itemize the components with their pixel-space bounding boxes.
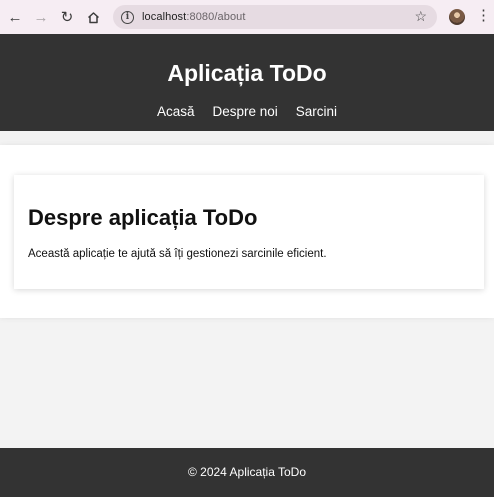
footer-text: © 2024 Aplicația ToDo xyxy=(187,465,307,479)
bookmark-star-icon[interactable]: ☆ xyxy=(414,8,427,25)
main-content: Despre aplicația ToDo Această aplicație … xyxy=(0,145,494,318)
forward-icon[interactable]: → xyxy=(28,4,54,30)
menu-kebab-icon[interactable]: ⋮ xyxy=(476,7,491,25)
address-bar[interactable]: i localhost:8080/about ☆ xyxy=(113,5,437,29)
site-footer: © 2024 Aplicația ToDo xyxy=(0,448,494,497)
address-url[interactable]: localhost:8080/about xyxy=(142,11,246,23)
site-header: Aplicația ToDo Acasă Despre noi Sarcini xyxy=(0,34,494,131)
back-icon[interactable]: ← xyxy=(2,4,28,30)
about-text: Această aplicație te ajută să îți gestio… xyxy=(28,248,327,260)
browser-toolbar: ← → ↻ i localhost:8080/about ☆ ⋮ xyxy=(0,0,494,34)
home-icon[interactable] xyxy=(80,4,106,30)
nav-link-home[interactable]: Acasă xyxy=(157,104,195,119)
profile-avatar[interactable] xyxy=(449,9,465,25)
reload-icon[interactable]: ↻ xyxy=(54,4,80,30)
nav-link-tasks[interactable]: Sarcini xyxy=(296,104,337,119)
nav-link-about[interactable]: Despre noi xyxy=(212,104,277,119)
main-nav: Acasă Despre noi Sarcini xyxy=(0,104,494,119)
site-title: Aplicația ToDo xyxy=(167,60,327,86)
page-heading: Despre aplicația ToDo xyxy=(28,205,258,230)
about-card: Despre aplicația ToDo Această aplicație … xyxy=(14,175,484,289)
site-info-icon[interactable]: i xyxy=(121,10,134,24)
